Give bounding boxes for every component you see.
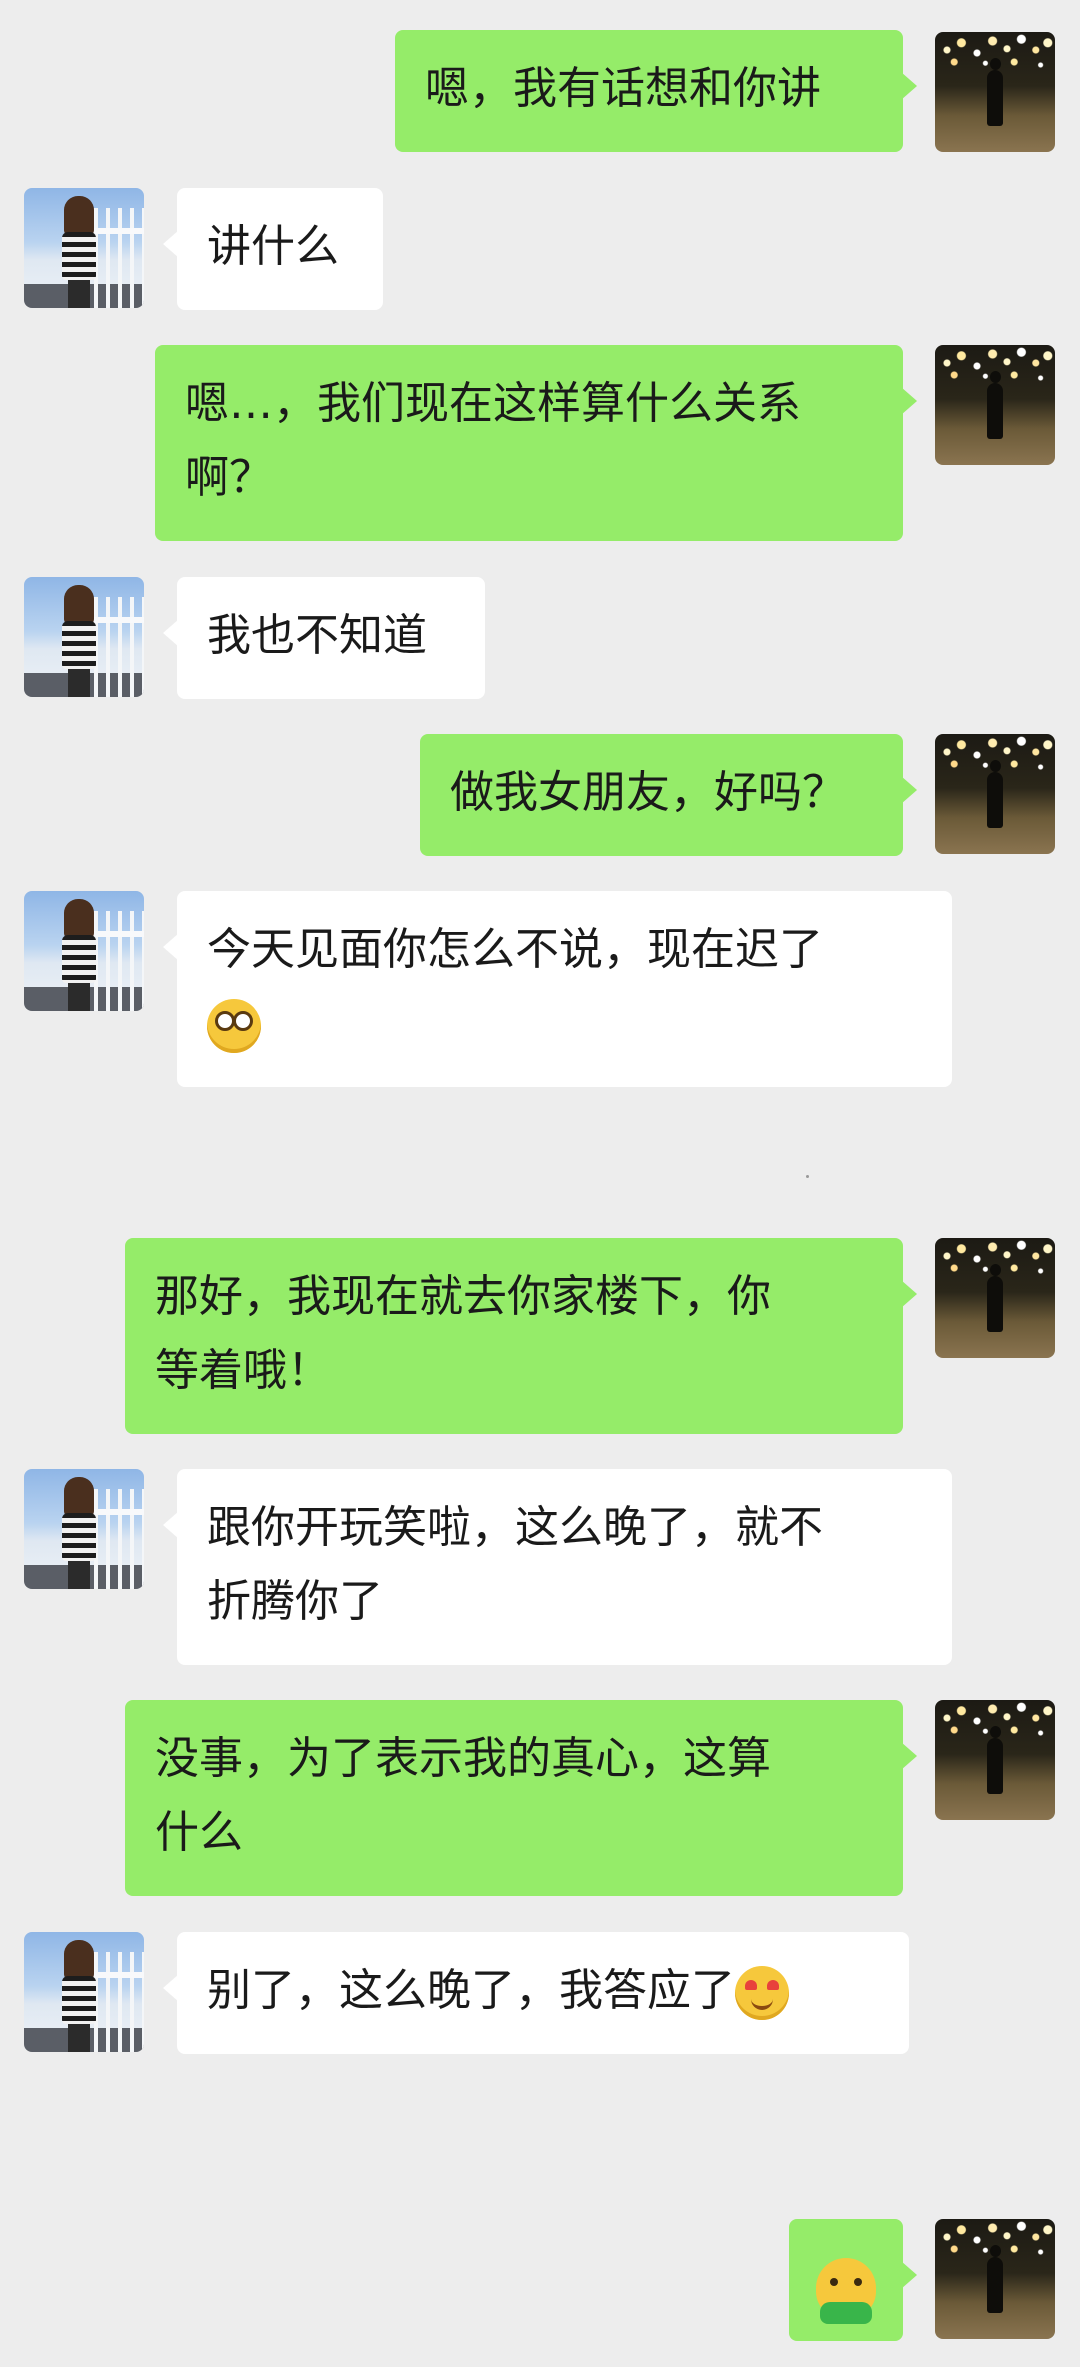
message-text-line-1: 没事，为了表示我的真心，这算 [155, 1733, 771, 1784]
heart-eyes-emoji-icon [735, 1966, 789, 2020]
my-avatar[interactable] [935, 1238, 1055, 1358]
my-avatar[interactable] [935, 1700, 1055, 1820]
message-text-line-1: 嗯…，我们现在这样算什么关系 [185, 378, 801, 429]
message-text: 讲什么 [207, 221, 339, 272]
message-text-line-2: 啊？ [185, 452, 273, 503]
message-text-line-2: 等着哦！ [155, 1345, 331, 1396]
stray-dot [806, 1175, 809, 1178]
outgoing-sticker-bubble[interactable] [789, 2219, 917, 2341]
message-text-line-2: 折腾你了 [207, 1576, 383, 1627]
message-text-line-2: 什么 [155, 1807, 243, 1858]
message-text-line-1: 那好，我现在就去你家楼下，你 [155, 1271, 771, 1322]
message-text-line-1: 跟你开玩笑啦，这么晚了，就不 [207, 1502, 823, 1553]
message-text: 别了，这么晚了，我答应了 [207, 1965, 735, 2016]
incoming-message-bubble[interactable]: 别了，这么晚了，我答应了 [163, 1932, 909, 2054]
my-avatar[interactable] [935, 345, 1055, 465]
message-text-line-1: 今天见面你怎么不说，现在迟了 [207, 924, 823, 975]
outgoing-message-bubble[interactable]: 嗯，我有话想和你讲 [395, 30, 917, 152]
my-avatar[interactable] [935, 32, 1055, 152]
contact-avatar[interactable] [24, 577, 144, 697]
my-avatar[interactable] [935, 2219, 1055, 2339]
incoming-message-bubble[interactable]: 讲什么 [163, 188, 383, 310]
outgoing-message-bubble[interactable]: 嗯…，我们现在这样算什么关系 啊？ [155, 345, 917, 541]
chat-window: 嗯，我有话想和你讲 讲什么 嗯…，我们现在这样算什么关系 啊？ 我也不知道 做我… [0, 0, 1080, 2367]
sprout-smile-emoji-icon [816, 2258, 876, 2324]
incoming-message-bubble[interactable]: 今天见面你怎么不说，现在迟了 [163, 891, 952, 1087]
dizzy-face-emoji-icon [207, 999, 261, 1053]
my-avatar[interactable] [935, 734, 1055, 854]
outgoing-message-bubble[interactable]: 做我女朋友，好吗？ [420, 734, 917, 856]
message-text: 做我女朋友，好吗？ [450, 767, 846, 818]
outgoing-message-bubble[interactable]: 那好，我现在就去你家楼下，你 等着哦！ [125, 1238, 917, 1434]
contact-avatar[interactable] [24, 188, 144, 308]
contact-avatar[interactable] [24, 1469, 144, 1589]
contact-avatar[interactable] [24, 891, 144, 1011]
incoming-message-bubble[interactable]: 跟你开玩笑啦，这么晚了，就不 折腾你了 [163, 1469, 952, 1665]
message-text: 嗯，我有话想和你讲 [425, 63, 821, 114]
message-text: 我也不知道 [207, 610, 427, 661]
contact-avatar[interactable] [24, 1932, 144, 2052]
incoming-message-bubble[interactable]: 我也不知道 [163, 577, 485, 699]
outgoing-message-bubble[interactable]: 没事，为了表示我的真心，这算 什么 [125, 1700, 917, 1896]
